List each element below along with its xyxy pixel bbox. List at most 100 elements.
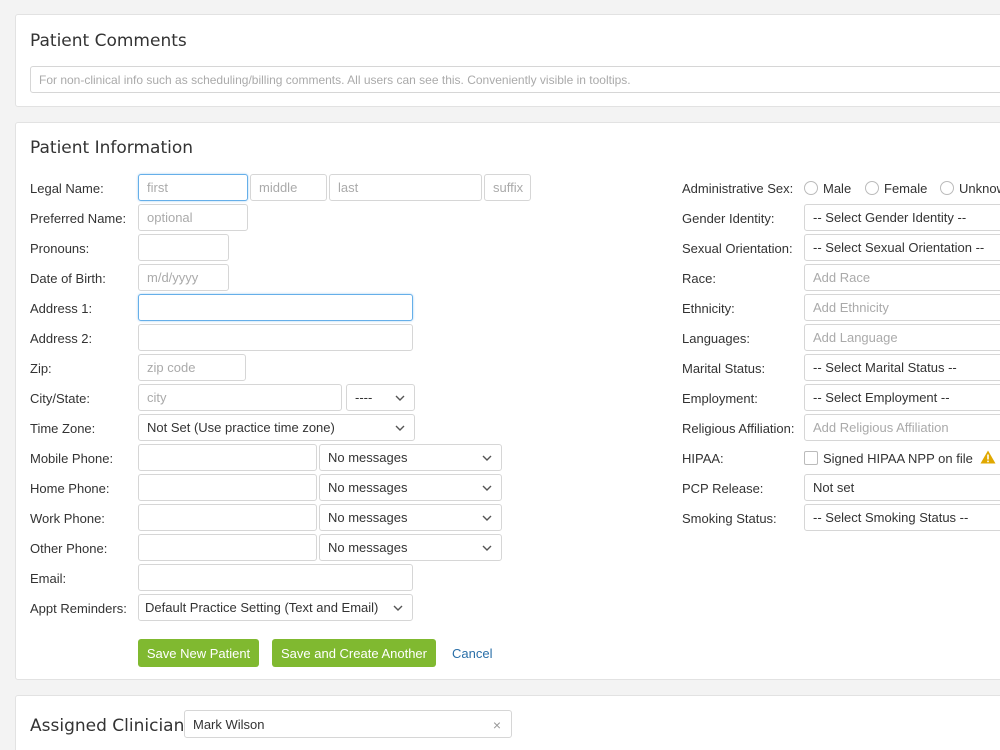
other-phone-message-value: No messages <box>328 540 408 555</box>
address2-input[interactable] <box>138 324 413 351</box>
appt-reminders-select[interactable]: Default Practice Setting (Text and Email… <box>138 594 413 621</box>
sexual-orientation-select[interactable]: -- Select Sexual Orientation -- <box>804 234 1000 261</box>
employment-select[interactable]: -- Select Employment -- <box>804 384 1000 411</box>
last-name-input[interactable]: last <box>329 174 482 201</box>
administrative-sex-label: Administrative Sex: <box>682 181 794 196</box>
address2-label: Address 2: <box>30 331 93 346</box>
preferred-name-input[interactable]: optional <box>138 204 248 231</box>
chevron-down-icon <box>395 425 405 431</box>
email-label: Email: <box>30 571 67 586</box>
pcp-release-select[interactable]: Not set <box>804 474 1000 501</box>
time-zone-select[interactable]: Not Set (Use practice time zone) <box>138 414 415 441</box>
unknown-radio[interactable] <box>940 181 954 195</box>
assigned-clinician-panel: Assigned Clinician: Mark Wilson × <box>15 695 1000 750</box>
save-new-patient-button[interactable]: Save New Patient <box>138 639 259 667</box>
address1-input[interactable] <box>138 294 413 321</box>
patient-information-panel: Patient Information Legal Name: first mi… <box>15 122 1000 680</box>
legal-name-label: Legal Name: <box>30 181 104 196</box>
cancel-link[interactable]: Cancel <box>452 646 492 661</box>
other-phone-label: Other Phone: <box>30 541 108 556</box>
chevron-down-icon <box>482 455 492 461</box>
gender-identity-label: Gender Identity: <box>682 211 775 226</box>
hipaa-checkbox-label: Signed HIPAA NPP on file <box>823 451 973 466</box>
race-label: Race: <box>682 271 716 286</box>
work-phone-message-value: No messages <box>328 510 408 525</box>
warning-icon <box>980 450 996 464</box>
marital-status-label: Marital Status: <box>682 361 766 376</box>
suffix-input[interactable]: suffix <box>484 174 531 201</box>
address1-label: Address 1: <box>30 301 93 316</box>
languages-label: Languages: <box>682 331 750 346</box>
mobile-phone-label: Mobile Phone: <box>30 451 114 466</box>
chevron-down-icon <box>395 395 405 401</box>
other-phone-message-select[interactable]: No messages <box>319 534 502 561</box>
pcp-release-value: Not set <box>813 480 855 495</box>
home-phone-message-select[interactable]: No messages <box>319 474 502 501</box>
home-phone-label: Home Phone: <box>30 481 110 496</box>
first-name-input[interactable]: first <box>138 174 248 201</box>
hipaa-checkbox[interactable] <box>804 451 818 465</box>
middle-name-input[interactable]: middle <box>250 174 327 201</box>
dob-label: Date of Birth: <box>30 271 106 286</box>
dob-input[interactable]: m/d/yyyy <box>138 264 229 291</box>
chevron-down-icon <box>482 545 492 551</box>
mobile-phone-message-select[interactable]: No messages <box>319 444 502 471</box>
languages-input[interactable]: Add Language <box>804 324 1000 351</box>
male-radio-label: Male <box>823 181 852 196</box>
patient-information-title: Patient Information <box>30 138 194 158</box>
city-input[interactable]: city <box>138 384 342 411</box>
preferred-name-label: Preferred Name: <box>30 211 127 226</box>
hipaa-label: HIPAA: <box>682 451 724 466</box>
ethnicity-input[interactable]: Add Ethnicity <box>804 294 1000 321</box>
male-radio[interactable] <box>804 181 818 195</box>
smoking-status-value: -- Select Smoking Status -- <box>813 510 969 525</box>
mobile-phone-input[interactable] <box>138 444 317 471</box>
gender-identity-select[interactable]: -- Select Gender Identity -- <box>804 204 1000 231</box>
work-phone-label: Work Phone: <box>30 511 105 526</box>
appt-reminders-label: Appt Reminders: <box>30 601 127 616</box>
female-radio-label: Female <box>884 181 928 196</box>
other-phone-input[interactable] <box>138 534 317 561</box>
zip-label: Zip: <box>30 361 52 376</box>
email-input[interactable] <box>138 564 413 591</box>
patient-comments-input[interactable]: For non-clinical info such as scheduling… <box>30 66 1000 93</box>
patient-comments-title: Patient Comments <box>30 31 187 51</box>
assigned-clinician-select[interactable]: Mark Wilson × <box>184 710 512 738</box>
marital-status-select[interactable]: -- Select Marital Status -- <box>804 354 1000 381</box>
clear-icon[interactable]: × <box>493 717 501 733</box>
sexual-orientation-value: -- Select Sexual Orientation -- <box>813 240 985 255</box>
smoking-status-label: Smoking Status: <box>682 511 777 526</box>
female-radio[interactable] <box>865 181 879 195</box>
chevron-down-icon <box>482 485 492 491</box>
home-phone-input[interactable] <box>138 474 317 501</box>
gender-identity-value: -- Select Gender Identity -- <box>813 210 967 225</box>
appt-reminders-value: Default Practice Setting (Text and Email… <box>145 600 379 615</box>
race-input[interactable]: Add Race <box>804 264 1000 291</box>
smoking-status-select[interactable]: -- Select Smoking Status -- <box>804 504 1000 531</box>
pronouns-label: Pronouns: <box>30 241 90 256</box>
time-zone-label: Time Zone: <box>30 421 96 436</box>
home-phone-message-value: No messages <box>328 480 408 495</box>
employment-value: -- Select Employment -- <box>813 390 950 405</box>
work-phone-input[interactable] <box>138 504 317 531</box>
state-select[interactable]: ---- <box>346 384 415 411</box>
pcp-release-label: PCP Release: <box>682 481 764 496</box>
chevron-down-icon <box>482 515 492 521</box>
time-zone-value: Not Set (Use practice time zone) <box>147 420 335 435</box>
employment-label: Employment: <box>682 391 758 406</box>
ethnicity-label: Ethnicity: <box>682 301 735 316</box>
work-phone-message-select[interactable]: No messages <box>319 504 502 531</box>
chevron-down-icon <box>393 605 403 611</box>
assigned-clinician-label: Assigned Clinician: <box>30 716 191 736</box>
mobile-phone-message-value: No messages <box>328 450 408 465</box>
save-and-create-another-button[interactable]: Save and Create Another <box>272 639 436 667</box>
pronouns-input[interactable] <box>138 234 229 261</box>
assigned-clinician-value: Mark Wilson <box>193 716 265 732</box>
religious-affiliation-input[interactable]: Add Religious Affiliation <box>804 414 1000 441</box>
zip-input[interactable]: zip code <box>138 354 246 381</box>
marital-status-value: -- Select Marital Status -- <box>813 360 957 375</box>
unknown-radio-label: Unknow <box>959 181 1000 196</box>
patient-comments-panel: Patient Comments For non-clinical info s… <box>15 14 1000 107</box>
city-state-label: City/State: <box>30 391 90 406</box>
religious-affiliation-label: Religious Affiliation: <box>682 421 795 436</box>
